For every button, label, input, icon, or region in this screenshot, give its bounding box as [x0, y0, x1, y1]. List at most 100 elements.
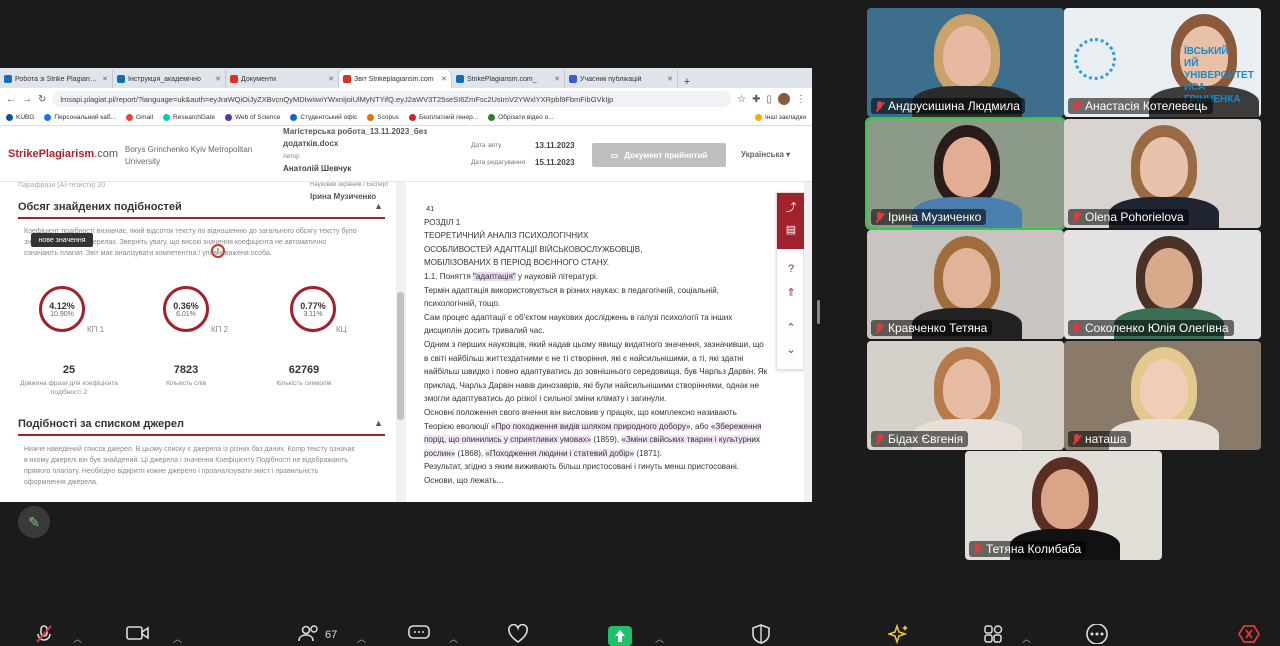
strikeplagiarism-logo[interactable]: StrikePlagiarism.com: [8, 148, 118, 160]
participant-tile[interactable]: Соколенко Юлія Олегівна: [1064, 230, 1261, 339]
report-date-label: Дата звіту: [471, 142, 502, 149]
ai-companion-sparkle-icon[interactable]: [886, 623, 910, 646]
participant-tile[interactable]: Olena Pohorielova: [1064, 119, 1261, 228]
heading-line: МОБІЛІЗОВАНИХ В ПЕРІОД ВОЄННОГО СТАНУ.: [424, 258, 609, 268]
bookmark-icon: [290, 114, 298, 121]
bookmark-item[interactable]: Web of Science: [224, 114, 281, 121]
browser-tab[interactable]: Документи ✕: [226, 70, 339, 88]
browser-tab[interactable]: StrikePlagiarism.com_ ✕: [452, 70, 565, 88]
kp1-circle[interactable]: 4.12% 10.90%: [39, 286, 85, 332]
language-selector[interactable]: Українська ▾: [741, 150, 790, 159]
bookmark-item[interactable]: Безплатний генер...: [408, 114, 478, 121]
mic-muted-icon[interactable]: [34, 624, 54, 646]
participant-tile[interactable]: Ірина Музиченко: [865, 117, 1066, 230]
bookmark-item[interactable]: Персональний каб...: [44, 114, 116, 121]
close-icon[interactable]: ✕: [328, 75, 334, 83]
kp1-label: КП 1: [87, 325, 105, 334]
sources-list-header[interactable]: Подібності за списком джерел ▲: [18, 418, 385, 436]
close-icon[interactable]: ✕: [102, 75, 108, 83]
bookmark-item[interactable]: KUBG: [6, 114, 34, 121]
forward-icon[interactable]: →: [22, 94, 32, 105]
warning-icon[interactable]: !: [211, 244, 225, 258]
more-icon[interactable]: [1085, 623, 1109, 646]
profile-avatar[interactable]: [778, 93, 790, 105]
browser-tab[interactable]: Учасник публікацій ✕: [565, 70, 678, 88]
url-bar[interactable]: lmsapi.plagiat.pl/report/?language=uk&au…: [52, 91, 732, 107]
camera-icon[interactable]: [126, 624, 150, 646]
security-shield-icon[interactable]: [751, 624, 771, 646]
leave-meeting-icon[interactable]: [1237, 624, 1261, 646]
participants-options-caret[interactable]: ︿: [357, 632, 366, 645]
participant-tile[interactable]: Кравченко Тетяна: [867, 230, 1064, 339]
chat-icon[interactable]: [408, 624, 430, 646]
close-icon[interactable]: ✕: [667, 75, 673, 83]
share-options-caret[interactable]: ︿: [655, 632, 664, 645]
double-chevron-up-icon[interactable]: ⇑: [777, 286, 805, 299]
browser-tab[interactable]: Робота зі Strike Plagiarism ✕: [0, 70, 113, 88]
new-tab-button[interactable]: +: [678, 76, 696, 88]
chevron-up-icon[interactable]: ⌃: [777, 321, 805, 334]
chevron-down-icon[interactable]: ⌄: [777, 343, 805, 356]
university-logo-text: ЇВСЬКИЙИЙ УНІВЕРСИТЕТИСА ГРІНЧЕНКА: [1184, 46, 1261, 106]
bookmark-item[interactable]: Інші закладки: [754, 114, 806, 121]
annotate-pencil-icon[interactable]: ✎: [18, 506, 50, 538]
chat-options-caret[interactable]: ︿: [449, 632, 458, 645]
share-icon[interactable]: ⤴: [777, 199, 805, 215]
document-scrollbar[interactable]: [804, 182, 812, 502]
apps-options-caret[interactable]: ︿: [1022, 632, 1031, 645]
sidepanel-icon[interactable]: ▯: [766, 94, 772, 105]
participant-face: [943, 359, 991, 419]
participant-name-label: Кравченко Тетяна: [871, 320, 993, 336]
participant-tile[interactable]: наташа: [1064, 341, 1261, 450]
close-icon[interactable]: ✕: [554, 75, 560, 83]
pdf-icon[interactable]: ▤: [777, 223, 805, 236]
camera-options-caret[interactable]: ︿: [173, 632, 182, 645]
help-icon[interactable]: ?: [777, 263, 805, 275]
bookmark-item[interactable]: Scopus: [367, 114, 399, 121]
accept-icon: ▭: [610, 150, 619, 160]
reload-icon[interactable]: ↻: [38, 94, 46, 105]
participant-name-label: Соколенко Юлія Олегівна: [1068, 320, 1234, 336]
bookmark-label: Web of Science: [234, 114, 281, 121]
page-number: 41: [426, 204, 435, 213]
bookmark-item[interactable]: Обрізати відео о...: [488, 114, 554, 121]
text: (1868),: [455, 448, 486, 458]
mic-muted-icon: [1072, 211, 1081, 223]
scroll-thumb[interactable]: [397, 292, 404, 420]
similarity-volume-header[interactable]: Обсяг знайдених подібностей ▲: [18, 201, 385, 219]
star-icon[interactable]: ☆: [737, 94, 746, 105]
share-screen-icon[interactable]: [608, 626, 632, 646]
highlighted-match[interactable]: «Походження людини і статевий добір»: [485, 448, 635, 458]
participant-tile[interactable]: Тетяна Колибаба: [965, 451, 1162, 560]
back-icon[interactable]: ←: [6, 94, 16, 105]
browser-tab[interactable]: Звіт Strikeplagiarism.com ✕: [339, 70, 452, 88]
participant-tile[interactable]: Бідах Євгенія: [867, 341, 1064, 450]
bookmark-item[interactable]: Студентський офіс: [290, 114, 357, 121]
highlighted-match[interactable]: "адаптація": [472, 271, 516, 281]
reactions-heart-icon[interactable]: [507, 623, 529, 646]
bookmark-item[interactable]: Gmail: [126, 114, 153, 121]
close-icon[interactable]: ✕: [441, 75, 447, 83]
kp2-circle[interactable]: 0.36% 6.01%: [163, 286, 209, 332]
panel-divider-handle[interactable]: [817, 300, 820, 324]
close-icon[interactable]: ✕: [215, 75, 221, 83]
mic-options-caret[interactable]: ︿: [73, 632, 82, 645]
participant-tile[interactable]: Андрусишина Людмила: [867, 8, 1064, 117]
left-scrollbar[interactable]: [396, 182, 405, 502]
document-accepted-button[interactable]: ▭ Документ прийнятий: [592, 143, 726, 167]
expert-label: Науковий керівник / Експерт: [310, 182, 389, 188]
kc-circle[interactable]: 0.77% 3.11%: [290, 286, 336, 332]
highlighted-match[interactable]: «Про походження видів шляхом природного …: [491, 421, 691, 431]
document-viewer: 41 РОЗДІЛ 1 ТЕОРЕТИЧНИЙ АНАЛІЗ ПСИХОЛОГІЧ…: [405, 182, 775, 502]
browser-tab[interactable]: Інструкція_академічно ✕: [113, 70, 226, 88]
heading-line: ТЕОРЕТИЧНИЙ АНАЛІЗ ПСИХОЛОГІЧНИХ: [424, 231, 589, 241]
participant-name: Ірина Музиченко: [888, 210, 982, 224]
apps-icon[interactable]: [983, 624, 1005, 646]
bookmark-item[interactable]: ResearchGate: [163, 114, 215, 121]
extensions-icon[interactable]: ✚: [752, 94, 760, 105]
participant-tile[interactable]: ЇВСЬКИЙИЙ УНІВЕРСИТЕТИСА ГРІНЧЕНКААнаста…: [1064, 8, 1261, 117]
participant-face: [943, 26, 991, 86]
participants-icon[interactable]: [298, 624, 320, 646]
bookmark-icon: [6, 114, 13, 121]
menu-icon[interactable]: ⋮: [796, 94, 806, 105]
